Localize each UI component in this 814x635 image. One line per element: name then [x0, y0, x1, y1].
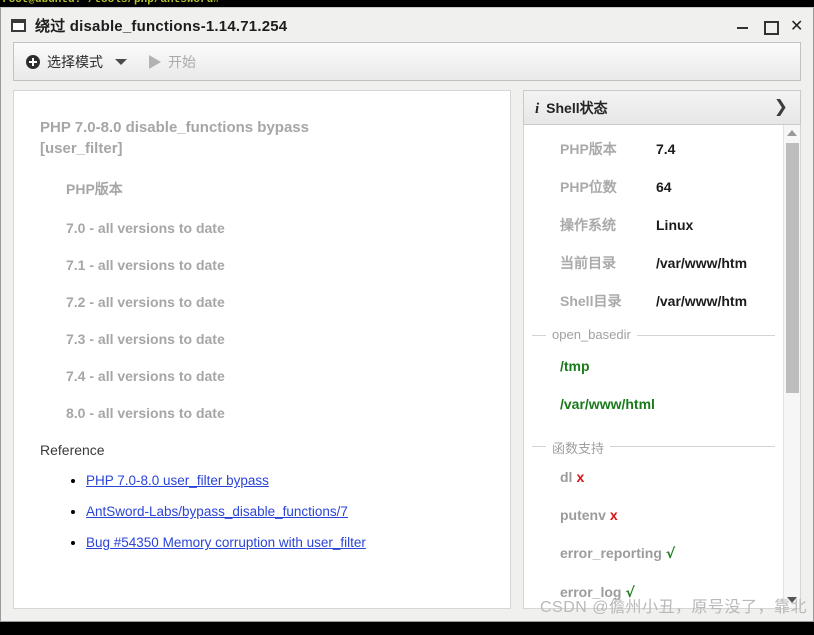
- open-basedir-label: open_basedir: [546, 327, 637, 342]
- status-value: 7.4: [656, 141, 676, 157]
- document-subheading: PHP版本: [66, 181, 123, 197]
- document-panel: PHP 7.0-8.0 disable_functions bypass [us…: [13, 90, 511, 609]
- version-item: 7.3 - all versions to date: [66, 331, 225, 347]
- panel-divider: [511, 90, 523, 609]
- status-row-os: 操作系统 Linux: [524, 215, 783, 253]
- status-badge: x: [609, 507, 618, 523]
- scrollbar-track[interactable]: [784, 141, 801, 592]
- status-value: Linux: [656, 217, 694, 233]
- reference-link[interactable]: AntSword-Labs/bypass_disable_functions/7: [86, 504, 348, 519]
- reference-link[interactable]: Bug #54350 Memory corruption with user_f…: [86, 535, 366, 550]
- page-title: 绕过 disable_functions-1.14.71.254: [35, 17, 288, 35]
- status-badge: √: [665, 546, 676, 562]
- plus-circle-icon: [26, 54, 40, 69]
- status-value: /var/www/htm: [656, 255, 748, 271]
- status-badge: √: [625, 585, 635, 601]
- function-support-section: 函数支持 dl x putenv x error_reporting √ error_…: [532, 438, 775, 608]
- shell-status-scroll-content: PHP版本 7.4 PHP位数 64 操作系统 Linux 当前目录 /var/…: [524, 125, 783, 608]
- function-support-item: dl x: [560, 469, 775, 485]
- minimize-button[interactable]: [736, 19, 749, 32]
- info-icon: i: [535, 100, 540, 117]
- status-row-php-version: PHP版本 7.4: [524, 139, 783, 177]
- version-item: 7.0 - all versions to date: [66, 220, 225, 236]
- chevron-down-icon[interactable]: [115, 58, 127, 65]
- status-row-current-dir: 当前目录 /var/www/htm: [524, 253, 783, 291]
- status-badge: x: [576, 469, 585, 485]
- shell-status-header[interactable]: i Shell状态 ❯: [523, 90, 801, 125]
- reference-list: PHP 7.0-8.0 user_filter bypass AntSword-…: [86, 472, 490, 552]
- list-item: PHP 7.0-8.0 user_filter bypass: [86, 472, 490, 490]
- shell-status-panel: i Shell状态 ❯ PHP版本 7.4 PHP位数 64 操作系统 Linu…: [523, 90, 801, 609]
- select-mode-button[interactable]: 选择模式: [26, 43, 103, 80]
- maximize-button[interactable]: [763, 19, 779, 35]
- title-bar[interactable]: 绕过 disable_functions-1.14.71.254 ✕: [1, 8, 813, 42]
- chevron-right-icon[interactable]: ❯: [774, 99, 788, 116]
- status-value: /var/www/htm: [656, 293, 748, 309]
- status-key: PHP版本: [560, 141, 617, 157]
- start-label: 开始: [168, 53, 196, 70]
- function-name: dl: [560, 469, 573, 485]
- open-basedir-path: /var/www/html: [560, 396, 655, 412]
- background-terminal: root@ubuntu:~/tools/php/antsword#: [0, 0, 814, 7]
- content-area: PHP 7.0-8.0 disable_functions bypass [us…: [13, 90, 801, 609]
- list-item: AntSword-Labs/bypass_disable_functions/7: [86, 503, 490, 521]
- select-mode-label: 选择模式: [47, 53, 103, 70]
- version-item: 7.2 - all versions to date: [66, 294, 225, 310]
- play-icon: [149, 54, 161, 69]
- toolbar: 选择模式 开始: [13, 42, 801, 81]
- shell-status-header-left: i Shell状态: [535, 98, 608, 118]
- status-row-php-bits: PHP位数 64: [524, 177, 783, 215]
- scrollbar-thumb[interactable]: [785, 143, 799, 393]
- open-basedir-path: /tmp: [560, 358, 590, 374]
- version-item: 8.0 - all versions to date: [66, 405, 225, 421]
- reference-title: Reference: [40, 442, 105, 458]
- window-controls: ✕: [736, 8, 803, 42]
- status-key: PHP位数: [560, 179, 617, 195]
- status-key: 当前目录: [560, 255, 616, 271]
- app-window: 绕过 disable_functions-1.14.71.254 ✕ 选择模式 …: [0, 7, 814, 622]
- function-name: error_log: [560, 584, 622, 600]
- function-support-item: error_reporting √: [560, 545, 775, 562]
- background-terminal-text: root@ubuntu:~/tools/php/antsword#: [2, 0, 220, 6]
- window-icon: [11, 18, 26, 32]
- function-support-label: 函数支持: [546, 438, 611, 457]
- reference-link[interactable]: PHP 7.0-8.0 user_filter bypass: [86, 473, 269, 488]
- function-support-item: putenv x: [560, 507, 775, 523]
- scroll-up-arrow-icon[interactable]: [784, 125, 801, 141]
- vertical-scrollbar[interactable]: [783, 125, 800, 608]
- list-item: Bug #54350 Memory corruption with user_f…: [86, 534, 490, 552]
- close-icon[interactable]: ✕: [790, 17, 803, 33]
- function-support-item: error_log √: [560, 584, 775, 601]
- shell-status-body: PHP版本 7.4 PHP位数 64 操作系统 Linux 当前目录 /var/…: [523, 125, 801, 609]
- background-bottom-bar: [0, 622, 814, 635]
- version-item: 7.1 - all versions to date: [66, 257, 225, 273]
- status-key: 操作系统: [560, 217, 616, 233]
- open-basedir-section: open_basedir /tmp /var/www/html: [532, 327, 775, 422]
- function-name: error_reporting: [560, 545, 662, 561]
- start-button[interactable]: 开始: [127, 43, 196, 80]
- scroll-down-arrow-icon[interactable]: [784, 592, 801, 608]
- status-key: Shell目录: [560, 293, 622, 309]
- document-heading: PHP 7.0-8.0 disable_functions bypass [us…: [40, 119, 309, 157]
- shell-status-title: Shell状态: [546, 99, 608, 116]
- status-row-shell-dir: Shell目录 /var/www/htm: [524, 291, 783, 329]
- version-item: 7.4 - all versions to date: [66, 368, 225, 384]
- status-value: 64: [656, 179, 672, 195]
- function-name: putenv: [560, 507, 606, 523]
